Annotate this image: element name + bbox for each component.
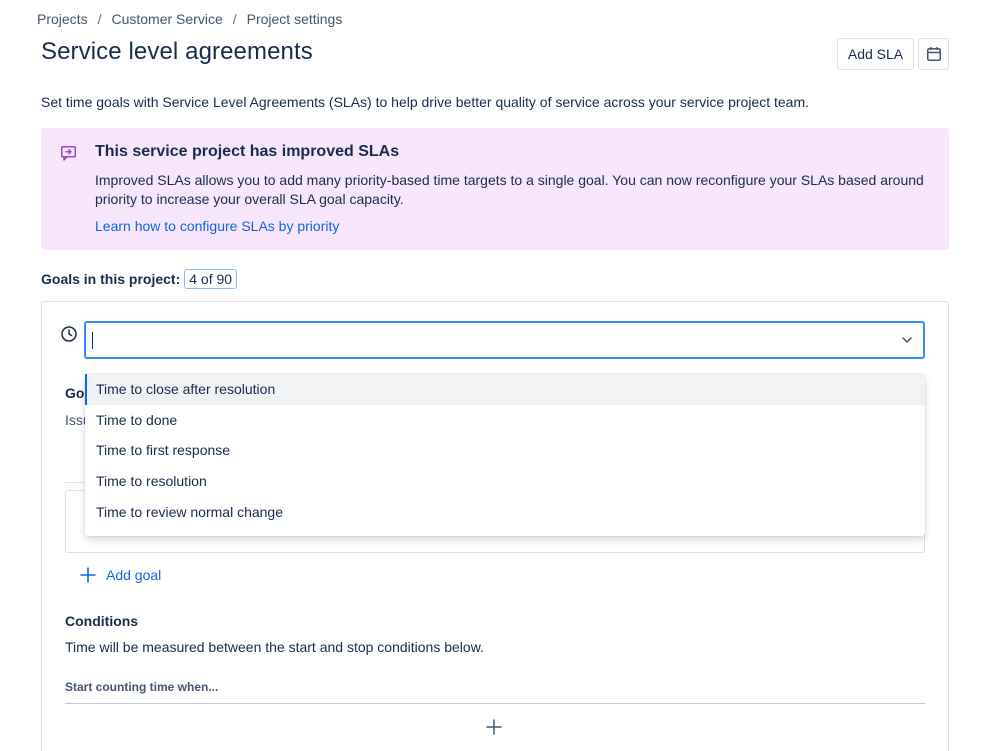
configure-slas-link[interactable]: Learn how to configure SLAs by priority [95, 218, 339, 234]
breadcrumb-separator: / [97, 11, 102, 27]
sla-options-menu: Time to close after resolution Time to d… [85, 374, 925, 536]
sla-name-select[interactable] [84, 321, 925, 359]
add-goal-label: Add goal [106, 567, 162, 583]
goal-heading: Go [65, 385, 85, 401]
option-time-to-first-response[interactable]: Time to first response [85, 435, 925, 466]
page-title: Service level agreements [41, 38, 313, 65]
breadcrumb-separator: / [232, 11, 237, 27]
breadcrumb: Projects / Customer Service / Project se… [37, 11, 342, 27]
start-condition-label: Start counting time when... [65, 680, 219, 694]
option-time-to-close-after-resolution[interactable]: Time to close after resolution [85, 374, 925, 405]
goals-count: Goals in this project: 4 of 90 [41, 269, 238, 289]
add-goal-button[interactable]: Add goal [79, 566, 161, 584]
goals-count-badge: 4 of 90 [184, 269, 238, 289]
plus-icon [80, 567, 96, 583]
goals-count-label: Goals in this project: [41, 271, 181, 287]
page-description: Set time goals with Service Level Agreem… [41, 94, 810, 110]
conditions-description: Time will be measured between the start … [65, 639, 484, 655]
breadcrumb-projects[interactable]: Projects [37, 11, 88, 27]
calendar-icon [926, 47, 941, 61]
option-time-to-resolution[interactable]: Time to resolution [85, 466, 925, 497]
banner-title: This service project has improved SLAs [95, 143, 400, 160]
text-cursor [92, 332, 93, 349]
breadcrumb-customer-service[interactable]: Customer Service [111, 11, 222, 27]
banner-body: Improved SLAs allows you to add many pri… [95, 172, 924, 207]
divider [65, 482, 85, 483]
chevron-down-icon[interactable] [901, 334, 913, 346]
calendar-button[interactable] [918, 38, 949, 70]
option-time-to-done[interactable]: Time to done [85, 405, 925, 436]
feedback-icon [61, 146, 76, 161]
breadcrumb-project-settings[interactable]: Project settings [247, 11, 343, 27]
option-time-to-review-normal-change[interactable]: Time to review normal change [85, 496, 925, 527]
clock-icon [61, 326, 77, 342]
divider [65, 703, 925, 704]
add-sla-button[interactable]: Add SLA [837, 38, 914, 70]
conditions-title: Conditions [65, 613, 139, 629]
improved-slas-banner: This service project has improved SLAs I… [41, 128, 949, 250]
add-condition-plus-icon[interactable] [486, 719, 502, 735]
